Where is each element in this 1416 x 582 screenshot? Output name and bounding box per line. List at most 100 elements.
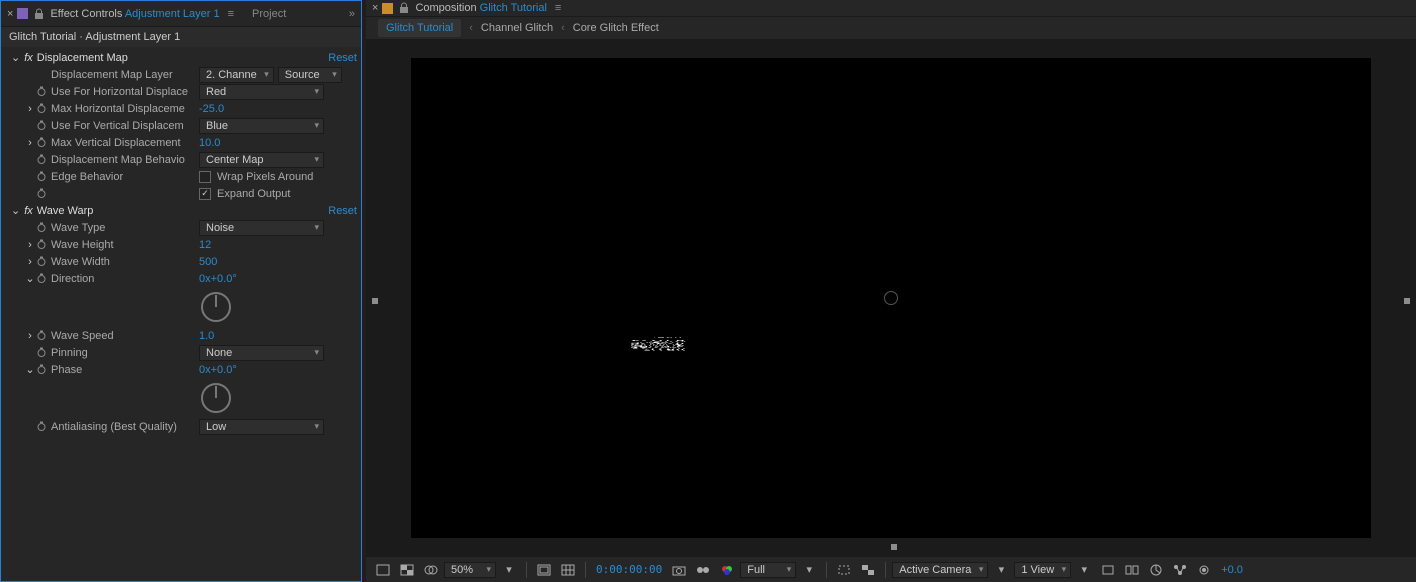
crumb[interactable]: Channel Glitch — [481, 22, 553, 34]
layer-handle[interactable] — [1404, 298, 1410, 304]
zoom-menu-icon[interactable]: ▾ — [498, 560, 520, 580]
composition-tab[interactable]: Composition Glitch Tutorial — [415, 2, 546, 14]
expand-output-checkbox[interactable] — [199, 188, 211, 200]
project-tab[interactable]: Project — [252, 8, 286, 20]
fast-previews-icon[interactable] — [1121, 560, 1143, 580]
value-scrubber[interactable]: -25.0 — [199, 103, 224, 115]
twirl-down-icon[interactable]: ⌄ — [25, 363, 35, 376]
antialiasing-dropdown[interactable]: Low — [199, 419, 324, 435]
stopwatch-icon[interactable] — [35, 256, 47, 268]
grid-icon[interactable] — [557, 560, 579, 580]
always-preview-icon[interactable] — [372, 560, 394, 580]
current-timecode[interactable]: 0:00:00:00 — [592, 563, 666, 576]
angle-dial[interactable] — [201, 383, 231, 413]
pixel-aspect-icon[interactable] — [1097, 560, 1119, 580]
stopwatch-icon[interactable] — [35, 103, 47, 115]
panel-menu-icon[interactable]: ≡ — [555, 2, 561, 14]
stopwatch-icon[interactable] — [35, 239, 47, 251]
panel-menu-icon[interactable]: ≡ — [228, 8, 234, 20]
views-dropdown[interactable]: 1 View — [1014, 562, 1071, 578]
overflow-tabs-icon[interactable]: » — [349, 8, 355, 20]
reset-link[interactable]: Reset — [328, 52, 357, 64]
stopwatch-icon[interactable] — [35, 273, 47, 285]
camera-menu-icon[interactable]: ▾ — [990, 560, 1012, 580]
transparency-grid-icon[interactable] — [396, 560, 418, 580]
comp-flowchart-icon[interactable] — [1169, 560, 1191, 580]
close-tab-icon[interactable]: × — [7, 8, 13, 20]
value-scrubber[interactable]: 0x+0.0° — [199, 364, 237, 376]
stopwatch-icon[interactable] — [35, 137, 47, 149]
mask-toggle-icon[interactable] — [420, 560, 442, 580]
twirl-right-icon[interactable]: › — [25, 256, 35, 268]
lock-icon[interactable] — [34, 8, 44, 20]
prop-direction: ⌄ Direction 0x+0.0° — [1, 270, 361, 287]
safe-zones-icon[interactable] — [533, 560, 555, 580]
stopwatch-icon[interactable] — [35, 171, 47, 183]
twirl-right-icon[interactable]: › — [25, 330, 35, 342]
stopwatch-icon[interactable] — [35, 364, 47, 376]
prop-use-horizontal: Use For Horizontal Displace Red — [1, 83, 361, 100]
show-snapshot-icon[interactable] — [692, 560, 714, 580]
effect-wave-warp-header[interactable]: ⌄ fx Wave Warp Reset — [1, 202, 361, 219]
tab-layer-name: Adjustment Layer 1 — [125, 8, 220, 20]
vertical-channel-dropdown[interactable]: Blue — [199, 118, 324, 134]
layer-handle[interactable] — [891, 544, 897, 550]
canvas-area[interactable]: GLITCH — [366, 40, 1416, 556]
timeline-icon[interactable] — [1145, 560, 1167, 580]
snapshot-icon[interactable] — [668, 560, 690, 580]
wrap-pixels-checkbox[interactable] — [199, 171, 211, 183]
stopwatch-icon[interactable] — [35, 347, 47, 359]
layer-handle[interactable] — [372, 298, 378, 304]
value-scrubber[interactable]: 10.0 — [199, 137, 220, 149]
twirl-down-icon[interactable]: ⌄ — [11, 51, 20, 64]
anchor-point-icon[interactable] — [884, 291, 898, 305]
channel-icon[interactable] — [716, 560, 738, 580]
stopwatch-icon[interactable] — [35, 120, 47, 132]
reset-link[interactable]: Reset — [328, 205, 357, 217]
twirl-right-icon[interactable]: › — [25, 239, 35, 251]
behavior-dropdown[interactable]: Center Map — [199, 152, 324, 168]
value-scrubber[interactable]: 0x+0.0° — [199, 273, 237, 285]
value-scrubber[interactable]: 12 — [199, 239, 211, 251]
horizontal-channel-dropdown[interactable]: Red — [199, 84, 324, 100]
twirl-down-icon[interactable]: ⌄ — [25, 272, 35, 285]
reset-exposure-icon[interactable] — [1193, 560, 1215, 580]
value-scrubber[interactable]: 1.0 — [199, 330, 214, 342]
exposure-value[interactable]: +0.0 — [1217, 564, 1247, 576]
views-menu-icon[interactable]: ▾ — [1073, 560, 1095, 580]
resolution-dropdown[interactable]: Full — [740, 562, 796, 578]
stopwatch-icon[interactable] — [35, 421, 47, 433]
composition-canvas[interactable]: GLITCH — [411, 58, 1371, 538]
close-tab-icon[interactable]: × — [372, 2, 378, 14]
lock-icon[interactable] — [399, 2, 409, 14]
layer-dropdown[interactable]: 2. Channe — [199, 67, 274, 83]
stopwatch-icon[interactable] — [35, 330, 47, 342]
stopwatch-icon[interactable] — [35, 86, 47, 98]
stopwatch-icon[interactable] — [35, 154, 47, 166]
resolution-menu-icon[interactable]: ▾ — [798, 560, 820, 580]
transparency-toggle-icon[interactable] — [857, 560, 879, 580]
separator — [826, 562, 827, 578]
crumb[interactable]: Core Glitch Effect — [573, 22, 659, 34]
chevron-left-icon: ‹ — [561, 22, 565, 34]
stopwatch-icon[interactable] — [35, 188, 47, 200]
fx-badge[interactable]: fx — [24, 205, 33, 217]
layer-source-dropdown[interactable]: Source — [278, 67, 342, 83]
crumb-active[interactable]: Glitch Tutorial — [378, 19, 461, 37]
twirl-right-icon[interactable]: › — [25, 137, 35, 149]
angle-dial[interactable] — [201, 292, 231, 322]
twirl-right-icon[interactable]: › — [25, 103, 35, 115]
wave-type-dropdown[interactable]: Noise — [199, 220, 324, 236]
value-scrubber[interactable]: 500 — [199, 256, 217, 268]
region-of-interest-icon[interactable] — [833, 560, 855, 580]
zoom-dropdown[interactable]: 50% — [444, 562, 496, 578]
pinning-dropdown[interactable]: None — [199, 345, 324, 361]
camera-dropdown[interactable]: Active Camera — [892, 562, 988, 578]
flowchart-breadcrumb: Glitch Tutorial ‹ Channel Glitch ‹ Core … — [366, 17, 1416, 40]
twirl-down-icon[interactable]: ⌄ — [11, 204, 20, 217]
fx-badge[interactable]: fx — [24, 52, 33, 64]
composition-panel: × Composition Glitch Tutorial ≡ Glitch T… — [366, 0, 1416, 582]
effect-controls-tab[interactable]: Effect Controls Adjustment Layer 1 — [50, 8, 219, 20]
stopwatch-icon[interactable] — [35, 222, 47, 234]
effect-displacement-map-header[interactable]: ⌄ fx Displacement Map Reset — [1, 49, 361, 66]
